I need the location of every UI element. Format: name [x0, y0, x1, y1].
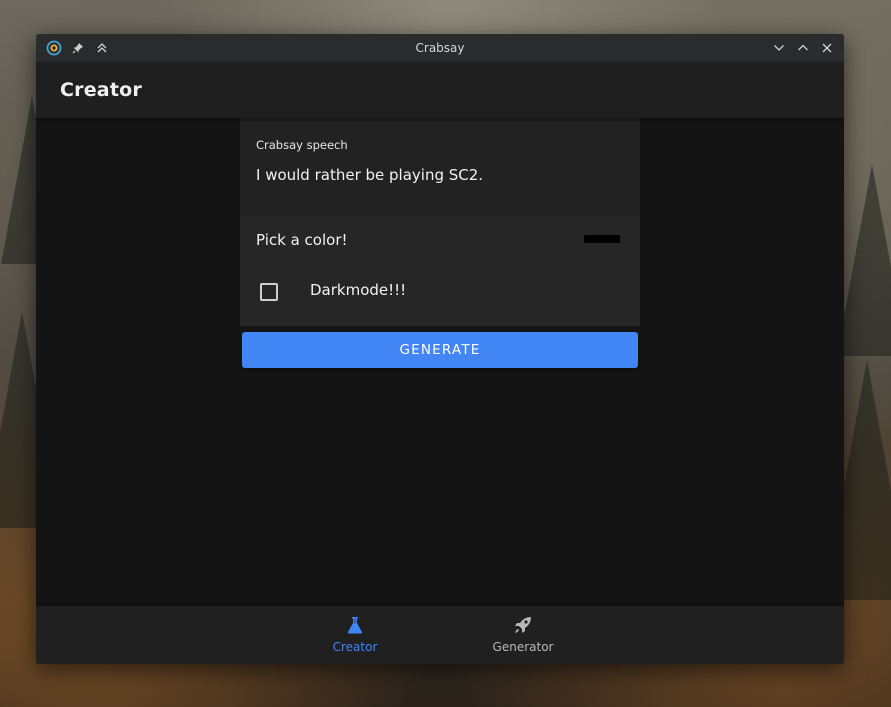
app-logo-icon	[45, 39, 63, 57]
nav-label-generator: Generator	[492, 640, 554, 654]
nav-item-creator[interactable]: Creator	[305, 614, 405, 654]
main-content: Crabsay speech I would rather be playing…	[36, 118, 844, 606]
chevron-down-icon[interactable]	[770, 39, 788, 57]
speech-field-label: Crabsay speech	[256, 138, 348, 152]
speech-input[interactable]: I would rather be playing SC2.	[256, 166, 483, 184]
pin-icon[interactable]	[69, 39, 87, 57]
nav-label-creator: Creator	[332, 640, 378, 654]
speech-text-field[interactable]: Crabsay speech I would rather be playing…	[240, 118, 640, 216]
nav-item-generator[interactable]: Generator	[473, 614, 573, 654]
background-tree	[836, 164, 891, 356]
darkmode-row[interactable]: Darkmode!!!	[240, 266, 640, 318]
window-title: Crabsay	[415, 41, 465, 55]
generate-button[interactable]: GENERATE	[242, 332, 638, 368]
rocket-icon	[473, 614, 573, 636]
keep-above-icon[interactable]	[93, 39, 111, 57]
page-title: Creator	[60, 79, 142, 101]
form-card: Crabsay speech I would rather be playing…	[240, 118, 640, 326]
darkmode-checkbox[interactable]	[260, 283, 278, 301]
app-window: Crabsay Creator Crabsay speech I would r…	[36, 34, 844, 664]
close-icon[interactable]	[818, 39, 836, 57]
color-picker-row[interactable]: Pick a color!	[240, 216, 640, 266]
flask-icon	[305, 614, 405, 636]
chevron-up-icon[interactable]	[794, 39, 812, 57]
color-swatch[interactable]	[584, 235, 620, 243]
title-bar[interactable]: Crabsay	[36, 34, 844, 62]
app-header: Creator	[36, 62, 844, 118]
color-picker-label: Pick a color!	[256, 231, 348, 249]
bottom-navigation: Creator Generator	[36, 606, 844, 664]
darkmode-label: Darkmode!!!	[310, 281, 407, 299]
